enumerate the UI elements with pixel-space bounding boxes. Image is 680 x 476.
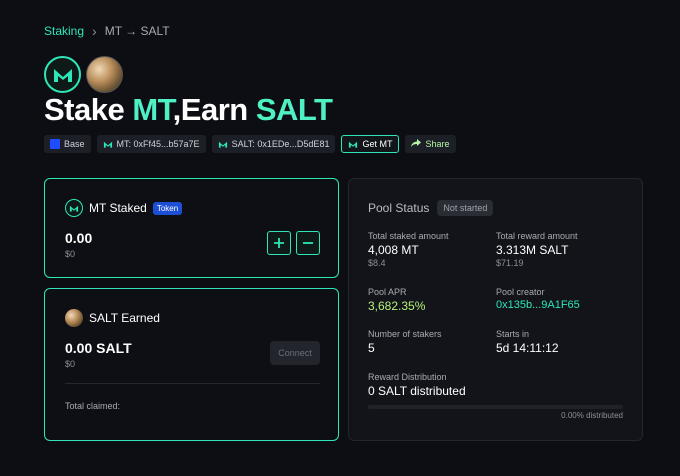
mt-logo-icon (348, 139, 358, 149)
headline-middle: ,Earn (172, 92, 256, 127)
get-mt-button[interactable]: Get MT (341, 135, 400, 153)
earned-divider (65, 383, 320, 384)
staked-card-header: MT Staked Token (65, 199, 183, 217)
token-badge: Token (152, 201, 183, 215)
pool-status-header: Pool Status Not started (368, 200, 494, 216)
get-mt-label: Get MT (362, 139, 393, 149)
mt-logo-icon (44, 56, 81, 93)
plus-icon (274, 238, 284, 248)
distribution-value: 0 SALT distributed (368, 384, 466, 398)
total-staked-stat: Total staked amount 4,008 MT $8.4 (368, 231, 449, 268)
stakers-stat: Number of stakers 5 (368, 329, 442, 355)
total-claimed-label: Total claimed: (65, 401, 121, 411)
salt-address-label: SALT: 0x1EDe...D5dE81 (231, 139, 330, 149)
earned-card: SALT Earned 0.00 SALT $0 Connect Total c… (44, 288, 339, 441)
pool-status-card: Pool Status Not started Total staked amo… (348, 178, 643, 441)
pool-status-title: Pool Status (368, 201, 430, 215)
staked-card: MT Staked Token 0.00 $0 (44, 178, 339, 278)
creator-label: Pool creator (496, 287, 545, 297)
info-chips: Base MT: 0xFf45...b57a7E SALT: 0x1EDe...… (44, 135, 456, 153)
breadcrumb-current: MT → SALT (104, 24, 170, 38)
salt-logo-icon (65, 309, 83, 327)
headline-stake-token: MT (132, 92, 173, 127)
headline-reward-token: SALT (255, 92, 333, 127)
total-staked-usd: $8.4 (368, 258, 386, 268)
mt-address-label: MT: 0xFf45...b57a7E (116, 139, 200, 149)
total-staked-value: 4,008 MT (368, 243, 419, 257)
apr-stat: Pool APR 3,682.35% (368, 287, 425, 313)
connect-button[interactable]: Connect (270, 341, 320, 365)
mt-logo-icon (65, 199, 83, 217)
distribution-progress-bar (368, 405, 623, 409)
stakers-value: 5 (368, 341, 375, 355)
earned-usd: $0 (65, 359, 76, 369)
distribution-percent: 0.00% distributed (561, 411, 623, 420)
breadcrumb-staking-link[interactable]: Staking (44, 24, 84, 38)
status-badge: Not started (437, 200, 494, 216)
starts-in-value: 5d 14:11:12 (496, 341, 559, 355)
distribution-stat: Reward Distribution 0 SALT distributed (368, 372, 466, 398)
token-avatars (44, 56, 123, 93)
total-reward-value: 3.313M SALT (496, 243, 569, 257)
starts-in-stat: Starts in 5d 14:11:12 (496, 329, 559, 355)
mt-address-chip[interactable]: MT: 0xFf45...b57a7E (96, 135, 206, 153)
apr-label: Pool APR (368, 287, 407, 297)
total-reward-label: Total reward amount (496, 231, 578, 241)
share-arrow-icon (411, 139, 422, 149)
staked-card-title: MT Staked (89, 201, 147, 215)
stake-minus-button[interactable] (296, 231, 320, 255)
staked-amount: 0.00 (65, 230, 93, 246)
earned-card-title: SALT Earned (89, 311, 160, 325)
stake-plus-button[interactable] (267, 231, 291, 255)
distribution-label: Reward Distribution (368, 372, 447, 382)
stake-controls (267, 231, 320, 255)
total-reward-stat: Total reward amount 3.313M SALT $71.19 (496, 231, 578, 268)
creator-stat: Pool creator 0x135b...9A1F65 (496, 287, 580, 311)
headline-prefix: Stake (44, 92, 133, 127)
breadcrumb: Staking › MT → SALT (44, 23, 170, 39)
minus-icon (303, 242, 313, 244)
total-staked-label: Total staked amount (368, 231, 449, 241)
mt-logo-icon (218, 139, 228, 149)
stakers-label: Number of stakers (368, 329, 442, 339)
share-label: Share (425, 139, 450, 149)
starts-in-label: Starts in (496, 329, 530, 339)
chevron-right-icon: › (92, 23, 97, 39)
salt-address-chip[interactable]: SALT: 0x1EDe...D5dE81 (211, 135, 336, 153)
share-button[interactable]: Share (405, 135, 456, 153)
staked-usd: $0 (65, 249, 76, 259)
apr-value: 3,682.35% (368, 299, 426, 313)
salt-logo-icon (86, 56, 123, 93)
base-network-icon (50, 139, 60, 149)
creator-address-link[interactable]: 0x135b...9A1F65 (496, 299, 580, 311)
earned-amount: 0.00 SALT (65, 340, 132, 356)
network-label: Base (64, 139, 85, 149)
earned-card-header: SALT Earned (65, 309, 160, 327)
total-reward-usd: $71.19 (496, 258, 524, 268)
mt-logo-icon (103, 139, 113, 149)
network-chip[interactable]: Base (44, 135, 91, 153)
page-title: Stake MT,Earn SALT (44, 92, 333, 128)
